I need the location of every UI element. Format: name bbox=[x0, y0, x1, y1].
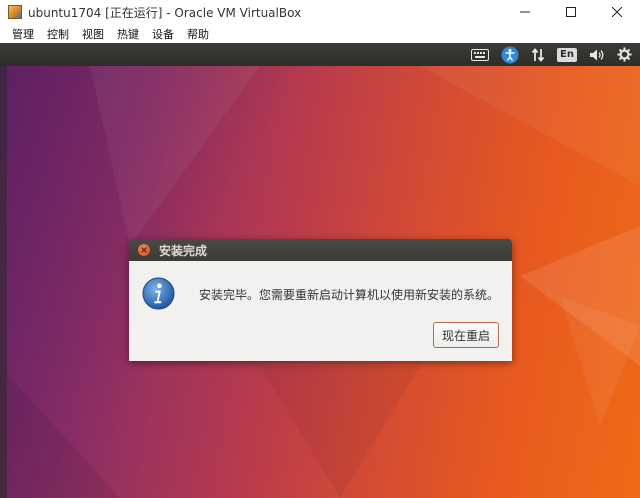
menubar: 管理 控制 视图 热键 设备 帮助 bbox=[0, 24, 640, 43]
menu-manage[interactable]: 管理 bbox=[0, 26, 41, 42]
minimize-icon bbox=[520, 11, 530, 13]
info-icon bbox=[142, 277, 175, 310]
volume-icon bbox=[590, 49, 604, 60]
menu-help[interactable]: 帮助 bbox=[181, 26, 216, 42]
volume-indicator[interactable] bbox=[589, 43, 605, 66]
dialog-header: 安装完成 bbox=[129, 239, 512, 261]
restart-now-button[interactable]: 现在重启 bbox=[433, 322, 499, 348]
network-icon bbox=[531, 47, 545, 62]
dialog-message: 安装完毕。您需要重新启动计算机以使用新安装的系统。 bbox=[199, 288, 500, 302]
dialog-close-button[interactable] bbox=[138, 244, 150, 256]
menu-control[interactable]: 控制 bbox=[41, 26, 76, 42]
dialog-body: 安装完毕。您需要重新启动计算机以使用新安装的系统。 现在重启 bbox=[129, 261, 512, 361]
window-title: ubuntu1704 [正在运行] - Oracle VM VirtualBox bbox=[28, 5, 302, 20]
install-complete-dialog: 安装完成 安装完毕。您需要重新启动计算机以使用新安装的系统。 现在重启 bbox=[129, 239, 512, 361]
close-icon bbox=[141, 247, 147, 253]
language-indicator[interactable]: En bbox=[557, 43, 577, 66]
keyboard-indicator[interactable] bbox=[471, 43, 490, 66]
network-indicator[interactable] bbox=[531, 43, 545, 66]
close-icon bbox=[612, 7, 622, 17]
menu-hotkeys[interactable]: 热键 bbox=[111, 26, 146, 42]
maximize-icon bbox=[566, 7, 576, 17]
launcher-strip bbox=[0, 66, 7, 498]
window-titlebar: ubuntu1704 [正在运行] - Oracle VM VirtualBox bbox=[0, 0, 640, 24]
minimize-button[interactable] bbox=[502, 0, 548, 24]
settings-indicator[interactable] bbox=[617, 43, 632, 66]
accessibility-indicator[interactable] bbox=[501, 43, 519, 66]
accessibility-icon bbox=[501, 46, 519, 63]
keyboard-icon bbox=[471, 48, 490, 61]
settings-gear-icon bbox=[617, 47, 632, 62]
menu-view[interactable]: 视图 bbox=[76, 26, 111, 42]
window-controls bbox=[502, 0, 640, 24]
close-button[interactable] bbox=[594, 0, 640, 24]
dialog-title: 安装完成 bbox=[159, 243, 208, 258]
maximize-button[interactable] bbox=[548, 0, 594, 24]
guest-top-panel: En bbox=[0, 43, 640, 66]
menu-devices[interactable]: 设备 bbox=[146, 26, 181, 42]
virtualbox-icon bbox=[8, 5, 22, 19]
language-label: En bbox=[557, 47, 577, 62]
